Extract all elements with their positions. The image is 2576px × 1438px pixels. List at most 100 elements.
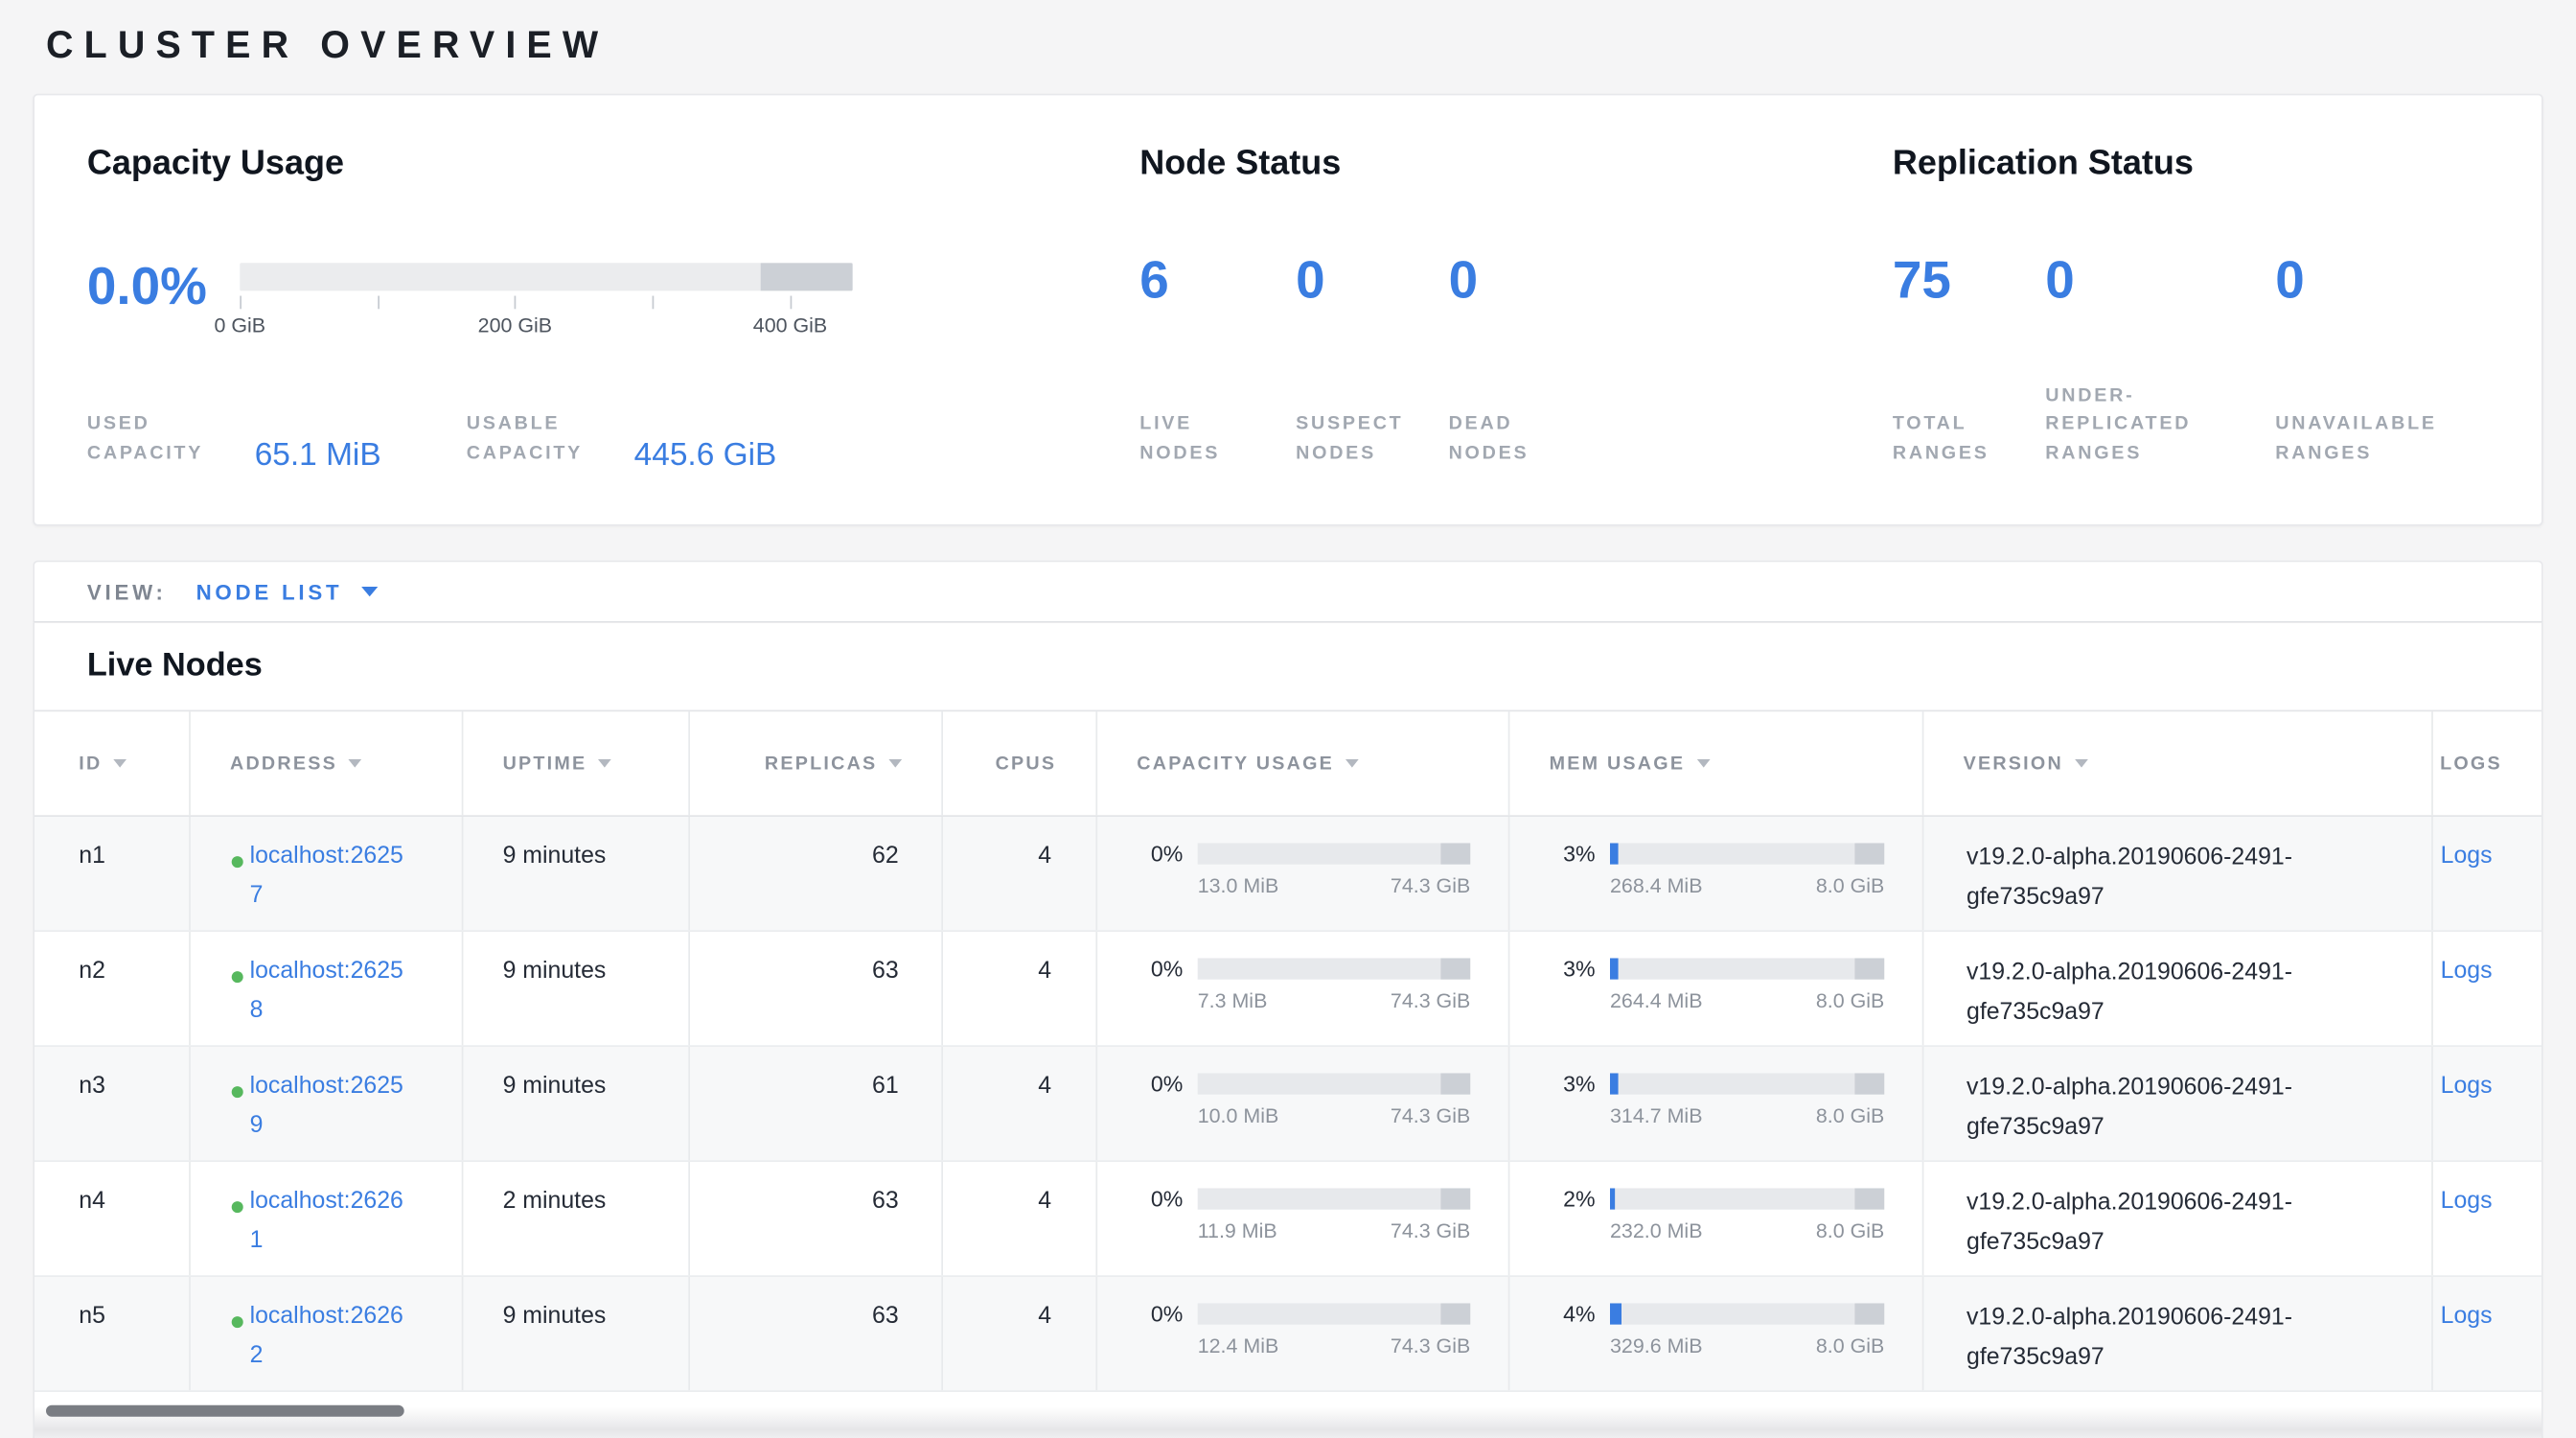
total-ranges-stat: 75 TOTAL RANGES <box>1893 253 2045 470</box>
logs-link[interactable]: Logs <box>2441 1073 2493 1099</box>
live-nodes-label: LIVE NODES <box>1139 411 1271 470</box>
version-value: v19.2.0-alpha.20190606-2491-gfe735c9a97 <box>1966 845 2292 910</box>
column-header-label: UPTIME <box>503 754 587 774</box>
capacity-total-value: 74.3 GiB <box>1391 874 1470 897</box>
mem-usage-bar <box>1610 843 1884 864</box>
node-id-cell: n3 <box>34 1047 191 1160</box>
node-id-cell: n4 <box>34 1162 191 1275</box>
mem-usage-cell: 3% 314.7 MiB 8.0 GiB <box>1509 1047 1923 1160</box>
chevron-down-icon <box>362 587 379 596</box>
version-cell: v19.2.0-alpha.20190606-2491-gfe735c9a97 <box>1923 1047 2432 1160</box>
axis-tick <box>378 296 380 310</box>
dead-nodes-label: DEAD NODES <box>1449 411 1580 470</box>
mem-usage-cell: 4% 329.6 MiB 8.0 GiB <box>1509 1277 1923 1390</box>
under-replicated-ranges-count: 0 <box>2045 253 2275 306</box>
under-replicated-ranges-label: UNDER-REPLICATED RANGES <box>2045 383 2226 471</box>
replicas-cell: 63 <box>690 932 943 1045</box>
cpus-cell: 4 <box>943 1162 1097 1275</box>
node-id-cell: n5 <box>34 1277 191 1390</box>
view-label: VIEW: <box>87 579 167 604</box>
mem-total-value: 8.0 GiB <box>1816 1104 1884 1127</box>
column-header-logs: LOGS <box>2433 711 2542 815</box>
usable-capacity-label: USABLE CAPACITY <box>467 411 614 470</box>
node-address-link[interactable]: localhost:26259 <box>250 1068 411 1147</box>
used-capacity-value: 65.1 MiB <box>255 437 381 475</box>
mem-usage-bar <box>1610 958 1884 979</box>
sort-caret-icon <box>1346 759 1359 768</box>
axis-tick <box>515 296 517 310</box>
mem-bar-tail <box>1854 1303 1884 1324</box>
live-nodes-table-header: ID ADDRESS UPTIME REPLICASCPUS CAPACITY USAG… <box>34 710 2542 817</box>
uptime-cell: 9 minutes <box>463 1047 690 1160</box>
uptime-cell: 9 minutes <box>463 1277 690 1390</box>
mem-bar-fill <box>1610 1188 1616 1209</box>
logs-link[interactable]: Logs <box>2441 958 2493 984</box>
mem-bar-tail <box>1854 958 1884 979</box>
capacity-bar-tail <box>1440 958 1470 979</box>
horizontal-scrollbar-thumb[interactable] <box>46 1405 404 1417</box>
sort-caret-icon <box>888 759 902 768</box>
table-row: n3 localhost:26259 9 minutes 61 4 0% 10.… <box>34 1047 2542 1162</box>
mem-bar-tail <box>1854 1073 1884 1094</box>
capacity-usage-meter: 0 GiB 200 GiB 400 GiB <box>240 253 852 313</box>
unavailable-ranges-stat: 0 UNAVAILABLE RANGES <box>2275 253 2489 470</box>
mem-used-value: 264.4 MiB <box>1610 989 1702 1012</box>
mem-bar-fill <box>1610 1073 1619 1094</box>
uptime-cell: 9 minutes <box>463 932 690 1045</box>
column-header-version[interactable]: VERSION <box>1923 711 2432 815</box>
live-status-icon <box>232 856 243 868</box>
live-status-icon <box>232 971 243 983</box>
column-header-id[interactable]: ID <box>34 711 191 815</box>
column-header-label: CAPACITY USAGE <box>1137 754 1334 774</box>
capacity-percent-value: 0% <box>1137 842 1183 867</box>
node-status-section: Node Status 6 LIVE NODES 0 SUSPECT NODES… <box>1139 145 1893 475</box>
version-value: v19.2.0-alpha.20190606-2491-gfe735c9a97 <box>1966 1190 2292 1255</box>
capacity-bar-tail <box>1440 1303 1470 1324</box>
column-header-label: VERSION <box>1964 754 2063 774</box>
node-address-link[interactable]: localhost:26262 <box>250 1298 411 1377</box>
view-selector-dropdown[interactable]: NODE LIST <box>196 579 380 604</box>
logs-link[interactable]: Logs <box>2441 1188 2493 1214</box>
column-header-label: LOGS <box>2440 754 2502 774</box>
node-id: n3 <box>79 1073 105 1099</box>
axis-tick <box>653 296 655 310</box>
column-header-replicas[interactable]: REPLICAS <box>690 711 943 815</box>
logs-cell: Logs <box>2433 817 2542 930</box>
capacity-usage-bar <box>1198 1073 1471 1094</box>
view-selector-value: NODE LIST <box>196 579 343 604</box>
logs-cell: Logs <box>2433 1047 2542 1160</box>
column-header-uptime[interactable]: UPTIME <box>463 711 690 815</box>
logs-link[interactable]: Logs <box>2441 1303 2493 1329</box>
column-header-label: ADDRESS <box>230 754 337 774</box>
node-id: n1 <box>79 843 105 869</box>
capacity-percent-value: 0% <box>1137 1302 1183 1327</box>
capacity-total-value: 74.3 GiB <box>1391 1104 1470 1127</box>
mem-bar-tail <box>1854 1188 1884 1209</box>
view-bar: VIEW: NODE LIST <box>33 561 2542 623</box>
sort-caret-icon <box>113 759 126 768</box>
column-header-address[interactable]: ADDRESS <box>191 711 464 815</box>
column-header-capacity-usage[interactable]: CAPACITY USAGE <box>1097 711 1509 815</box>
page: CLUSTER OVERVIEW Capacity Usage 0.0% <box>0 0 2576 1438</box>
sort-caret-icon <box>598 759 611 768</box>
column-header-cpus: CPUS <box>943 711 1097 815</box>
version-cell: v19.2.0-alpha.20190606-2491-gfe735c9a97 <box>1923 817 2432 930</box>
capacity-percent-value: 0% <box>1137 1072 1183 1097</box>
node-address-link[interactable]: localhost:26258 <box>250 953 411 1032</box>
axis-tick-label: 0 GiB <box>214 313 265 336</box>
node-address-link[interactable]: localhost:26257 <box>250 838 411 916</box>
capacity-percent-value: 0% <box>1137 957 1183 982</box>
node-address-link[interactable]: localhost:26261 <box>250 1183 411 1262</box>
replicas-value: 63 <box>872 1303 899 1329</box>
uptime-value: 2 minutes <box>503 1188 607 1214</box>
dead-nodes-count: 0 <box>1449 253 1646 306</box>
axis-tick <box>790 296 792 310</box>
live-nodes-stat: 6 LIVE NODES <box>1139 253 1296 470</box>
capacity-total-value: 74.3 GiB <box>1391 989 1470 1012</box>
column-header-mem-usage[interactable]: MEM USAGE <box>1509 711 1923 815</box>
logs-link[interactable]: Logs <box>2441 843 2493 869</box>
unavailable-ranges-count: 0 <box>2275 253 2489 306</box>
sort-caret-icon <box>349 759 362 768</box>
live-nodes-count: 6 <box>1139 253 1296 306</box>
table-row: n4 localhost:26261 2 minutes 63 4 0% 11.… <box>34 1162 2542 1277</box>
